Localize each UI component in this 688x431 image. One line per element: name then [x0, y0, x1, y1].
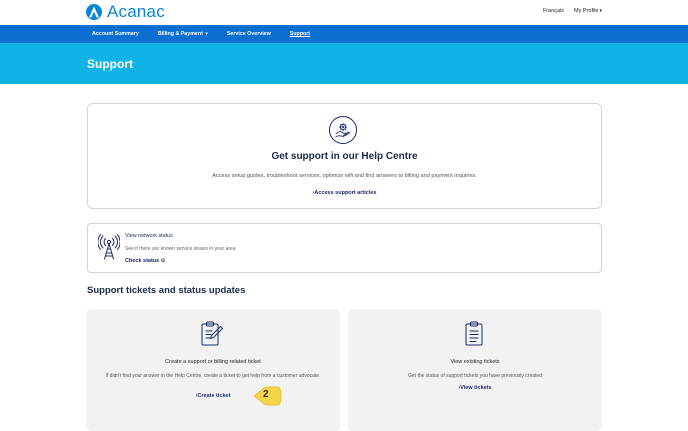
tickets-section-heading: Support tickets and status updates: [87, 285, 246, 296]
profile-menu-label: My Profile: [574, 8, 599, 14]
top-bar: Acanac Français My Profile▾: [0, 0, 688, 25]
network-status-card: View network status See if there are kno…: [87, 223, 602, 273]
create-ticket-description: If didn't find your answer in the Help C…: [105, 373, 321, 379]
language-link[interactable]: Français: [543, 8, 564, 14]
check-status-label: Check status: [125, 258, 160, 264]
brand-logo[interactable]: Acanac: [86, 2, 165, 22]
network-status-title: View network status: [125, 233, 173, 239]
check-status-link[interactable]: Check status ⊘: [125, 258, 165, 264]
nav-billing-label: Billing & Payment: [157, 31, 203, 37]
nav-support[interactable]: Support: [290, 31, 310, 37]
page-banner: Support: [0, 43, 688, 84]
access-support-articles-link[interactable]: ›Access support articles: [88, 190, 601, 196]
logo-mark-icon: [86, 4, 102, 20]
clipboard-pencil-icon: [201, 321, 223, 346]
step-number: 2: [263, 389, 269, 400]
create-ticket-link[interactable]: ›Create ticket: [86, 393, 340, 399]
nav-billing-payment[interactable]: Billing & Payment ▾: [158, 31, 208, 37]
nav-account-summary[interactable]: Account Summary: [92, 31, 139, 37]
network-status-description: See if there are known service issues in…: [125, 246, 236, 252]
main-nav: Account Summary Billing & Payment ▾ Serv…: [0, 25, 688, 43]
clipboard-list-icon: [465, 321, 483, 346]
view-tickets-card: View existing tickets Get the status of …: [348, 309, 602, 431]
help-centre-card: Get support in our Help Centre Access se…: [87, 103, 602, 209]
brand-name: Acanac: [107, 2, 165, 21]
hand-gear-icon: [329, 116, 357, 144]
chevron-down-icon: ▾: [599, 8, 602, 14]
page-title: Support: [87, 57, 133, 71]
create-ticket-title: Create a support or billing related tick…: [165, 359, 261, 365]
profile-menu[interactable]: My Profile▾: [574, 8, 602, 14]
top-utility-links: Français My Profile▾: [543, 8, 602, 14]
nav-service-overview[interactable]: Service Overview: [227, 31, 271, 37]
view-tickets-link[interactable]: ›View tickets: [348, 385, 602, 391]
antenna-icon: [98, 234, 120, 260]
view-tickets-title: View existing tickets: [450, 359, 500, 365]
help-centre-title: Get support in our Help Centre: [271, 151, 418, 162]
chevron-down-icon: ▾: [205, 31, 208, 37]
help-centre-description: Access setup guides, troubleshoot servic…: [212, 173, 477, 179]
external-link-icon: ⊘: [160, 258, 166, 264]
create-ticket-card: Create a support or billing related tick…: [86, 309, 340, 431]
view-tickets-description: Get the status of support tickets you ha…: [408, 373, 542, 379]
